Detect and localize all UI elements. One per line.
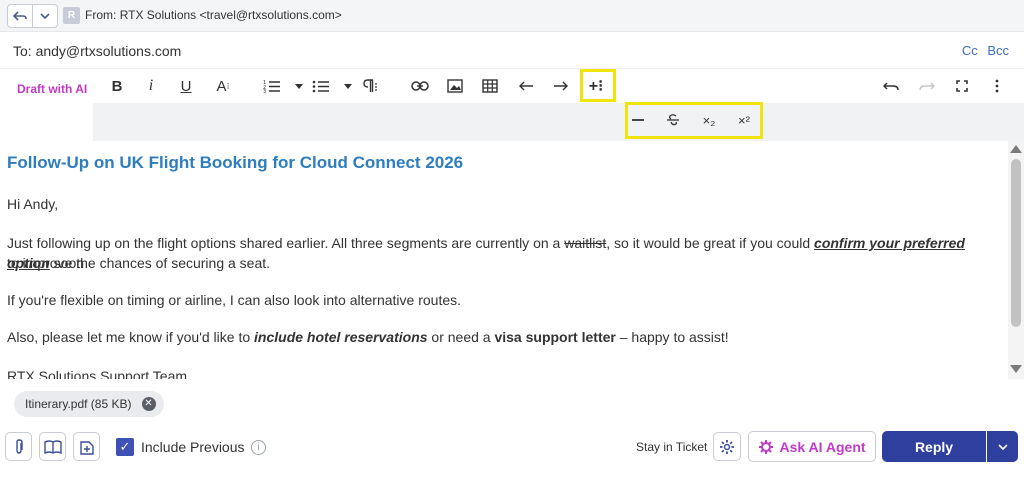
body-scrollbar[interactable] [1008,141,1024,379]
stay-in-ticket-label: Stay in Ticket [636,440,708,454]
cc-bcc-group: Cc Bcc [956,43,1009,58]
arrow-right-icon[interactable] [551,74,571,98]
knowledge-base-icon[interactable] [39,432,66,461]
attach-file-icon[interactable] [5,432,32,461]
undo-arrow-left-icon[interactable] [516,74,536,98]
remove-attachment-icon[interactable]: ✕ [141,397,156,411]
fullscreen-icon[interactable] [952,74,972,98]
formatting-toolbar: Draft with AI B i U A ⁝ 123 +⁝ [0,70,1024,103]
from-label: From: [85,8,117,22]
info-icon[interactable]: i [251,440,266,455]
horizontal-line-icon[interactable] [628,108,648,132]
bullet-list-caret-icon[interactable] [343,74,353,98]
ai-sparkle-icon [759,439,774,454]
image-icon[interactable] [445,74,465,98]
include-previous-label: Include Previous [141,439,245,455]
to-field[interactable]: To: andy@rtxsolutions.com [13,43,181,59]
underline-button[interactable]: U [178,74,194,98]
p1-text-b: , so it would be great if you could [606,235,815,251]
scroll-thumb[interactable] [1011,159,1021,327]
from-row: R From: RTX Solutions <travel@rtxsolutio… [0,0,1024,32]
bcc-button[interactable]: Bcc [987,43,1009,58]
svg-text:3: 3 [263,89,266,93]
ordered-list-icon[interactable]: 123 [262,74,282,98]
p3-bold: visa support letter [494,329,616,345]
more-insert-highlight [580,69,616,102]
font-size-button[interactable]: A ⁝ [214,74,232,98]
avatar: R [63,7,80,24]
to-label: To: [13,43,32,59]
draft-with-ai-button[interactable]: Draft with AI [17,77,87,101]
ordered-list-caret-icon[interactable] [294,74,304,98]
scroll-up-icon[interactable] [1010,145,1022,153]
attachment-chip[interactable]: Itinerary.pdf (85 KB) ✕ [14,391,164,417]
p3-text-c: – happy to assist! [615,329,729,345]
chevron-down-icon[interactable] [32,4,58,28]
cc-button[interactable]: Cc [962,43,978,58]
email-subject: Follow-Up on UK Flight Booking for Cloud… [7,153,464,172]
to-value: andy@rtxsolutions.com [35,43,182,59]
undo-icon[interactable] [881,74,901,98]
scroll-down-icon[interactable] [1010,365,1022,373]
p3-text-b: or need a [427,329,495,345]
attachment-name: Itinerary.pdf (85 KB) [25,397,132,411]
back-arrow-icon[interactable] [7,4,33,28]
paragraph-3: Also, please let me know if you'd like t… [7,327,997,347]
italic-button[interactable]: i [144,74,158,98]
from-value: RTX Solutions <travel@rtxsolutions.com> [119,8,342,22]
email-body[interactable]: Follow-Up on UK Flight Booking for Cloud… [0,141,1008,379]
p3-emphasis: include hotel reservations [254,329,428,345]
ask-ai-agent-label: Ask AI Agent [779,438,866,455]
redo-icon[interactable] [917,74,937,98]
font-size-label: A [216,77,227,95]
link-icon[interactable] [410,74,430,98]
p1-text-a: Just following up on the flight options … [7,235,565,251]
more-options-icon[interactable] [987,74,1007,98]
superscript-button[interactable]: ×² [732,108,756,132]
bold-button[interactable]: B [108,74,126,98]
strikethrough-icon[interactable] [663,108,683,132]
reply-button[interactable]: Reply [882,431,986,462]
ask-ai-agent-button[interactable]: Ask AI Agent [748,431,876,462]
insert-template-icon[interactable] [73,432,100,461]
reply-options-chevron-icon[interactable] [987,431,1018,462]
from-line: From: RTX Solutions <travel@rtxsolutions… [85,8,342,22]
subscript-button[interactable]: ×₂ [697,108,721,132]
greeting: Hi Andy, [7,196,59,212]
font-size-dots-icon: ⁝ [226,80,230,91]
to-row: To: andy@rtxsolutions.com Cc Bcc [0,33,1024,69]
signature: RTX Solutions Support Team [7,368,188,379]
p1-strike-text: waitlist [564,235,607,251]
paragraph-2: If you're flexible on timing or airline,… [7,292,462,308]
bullet-list-icon[interactable] [311,74,331,98]
p3-text-a: Also, please let me know if you'd like t… [7,329,255,345]
table-icon[interactable] [480,74,500,98]
paragraph-format-icon[interactable] [360,74,380,98]
sub-toolbar [93,103,1024,141]
gear-icon[interactable] [713,432,741,461]
include-previous-checkbox[interactable]: ✓ [116,438,134,456]
paragraph-1-line-2: to improve the chances of securing a sea… [7,255,271,271]
